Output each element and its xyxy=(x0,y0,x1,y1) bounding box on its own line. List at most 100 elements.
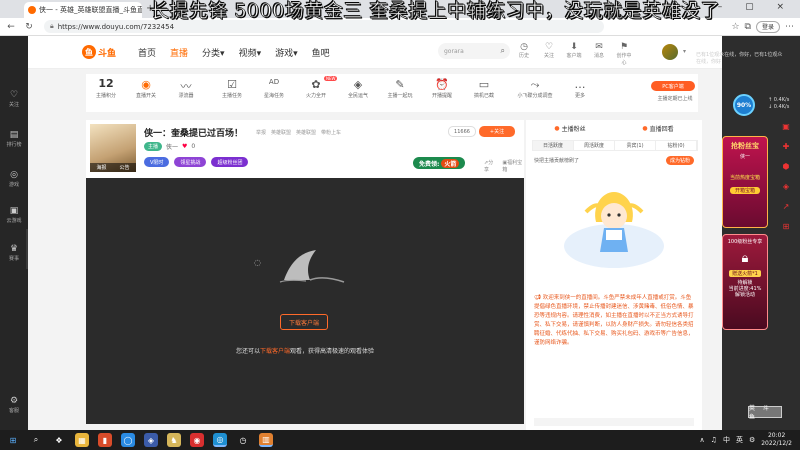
clock-app-icon[interactable]: ◷ xyxy=(236,433,250,447)
share-button[interactable]: ⇗分享 xyxy=(484,159,496,173)
chat-scroll-area[interactable] xyxy=(534,418,694,426)
system-clock[interactable]: 20:02 2022/12/2 xyxy=(761,432,792,448)
collections-icon[interactable]: ⧉ xyxy=(745,22,751,32)
toolbar-item-play-together[interactable]: ✎ 主播一起玩 xyxy=(382,78,418,99)
speaker-icon[interactable]: ♫ xyxy=(711,436,717,444)
nav-live[interactable]: 直播 xyxy=(170,46,188,59)
welfare-box-button[interactable]: ▣福利宝箱 xyxy=(502,159,524,173)
search-icon[interactable]: ⌕ xyxy=(501,46,505,56)
room-thumbnail[interactable]: 海报 公告 xyxy=(90,124,136,172)
tab-weekly[interactable]: 周活跃度 xyxy=(574,141,615,150)
message-button[interactable]: ✉ 消息 xyxy=(591,42,607,66)
douyu-logo[interactable]: 鱼 斗鱼 xyxy=(82,43,122,61)
file-explorer-icon[interactable]: ▦ xyxy=(75,433,89,447)
become-diamond-button[interactable]: 成为钻粉 xyxy=(665,156,694,165)
category-link[interactable]: 英雄联盟 xyxy=(296,129,316,136)
download-client-button[interactable]: 下载客户端 xyxy=(280,314,328,330)
toolbar-item-drift[interactable]: 〰漂流器 xyxy=(168,78,204,99)
thumb-label-poster[interactable]: 海报 xyxy=(96,164,106,171)
toolbar-item-ufo-survey[interactable]: ⤳ 小飞碟分成调查 xyxy=(510,78,560,99)
speed-meter[interactable]: 90% xyxy=(733,94,755,116)
url-field[interactable]: 🔒︎ https://www.douyu.com/7232454 xyxy=(44,20,604,33)
tray-expand-icon[interactable]: ∧ xyxy=(700,436,705,444)
bag-icon[interactable]: ▣ xyxy=(782,122,790,131)
nav-games[interactable]: 游戏▾ xyxy=(275,46,298,59)
ime-indicator[interactable]: 中 xyxy=(723,435,730,445)
refresh-icon[interactable]: ↻ xyxy=(22,22,36,32)
browser-login-button[interactable]: 登录 xyxy=(755,20,780,33)
tab-replay[interactable]: ● 直播回看 xyxy=(614,120,702,136)
sidebar-item-follow[interactable]: ♡ 关注 xyxy=(0,90,28,108)
toolbar-item-anchor-task[interactable]: ☑ 主播任务 xyxy=(214,78,250,99)
host-name[interactable]: 侠一 xyxy=(166,142,178,151)
edge-icon[interactable]: ◎ xyxy=(213,433,227,447)
toolbar-item-luck[interactable]: ◈ 全民运气 xyxy=(340,78,376,99)
nav-video[interactable]: 视频▾ xyxy=(239,46,262,59)
heart-icon[interactable]: ♥ xyxy=(182,143,187,150)
pc-client-button[interactable]: PC客户端 xyxy=(651,81,695,91)
back-icon[interactable]: ← xyxy=(4,22,18,32)
menu-dots-icon[interactable]: ⋯ xyxy=(785,22,794,32)
sidebar-item-events[interactable]: ♛ 赛事 xyxy=(0,244,28,262)
open-treasure-button[interactable]: 开箱宝箱 xyxy=(730,187,760,194)
nav-category[interactable]: 分类▾ xyxy=(202,46,225,59)
toolbar-item-live-switch[interactable]: ◉ 直播开关 xyxy=(128,78,164,99)
level100-box[interactable]: 100级粉丝专享 🔒︎ 赠送火箭*1 待解锁 当前进度:41% 解锁活动 xyxy=(722,234,768,330)
tab-diamond[interactable]: 钻粉(0) xyxy=(656,141,697,150)
toolbar-item-more[interactable]: … 更多 xyxy=(562,78,598,99)
gift-icon[interactable]: ✚ xyxy=(783,142,790,151)
sidebar-item-ranking[interactable]: ▤ 排行榜 xyxy=(0,130,28,148)
toolbar-item-ad-task[interactable]: AD 星海任务 xyxy=(256,78,292,99)
points-counter[interactable]: 12 主播积分 xyxy=(92,77,120,99)
fanclub-pill[interactable]: 超级粉丝团 xyxy=(211,157,249,167)
arrow-icon[interactable]: ↗ xyxy=(783,202,790,211)
nav-home[interactable]: 首页 xyxy=(138,46,156,59)
fans-treasure-box[interactable]: 抢粉丝宝 侠一 当前热度宝箱 开箱宝箱 xyxy=(722,136,768,228)
tab-fans[interactable]: ● 主播粉丝 xyxy=(526,120,614,136)
sidebar-item-service[interactable]: ⚙ 客服 xyxy=(0,396,28,414)
challenge-pill[interactable]: 领星挑战 xyxy=(174,157,207,167)
game-icon[interactable]: ♞ xyxy=(167,433,181,447)
app-icon[interactable]: ◈ xyxy=(144,433,158,447)
app-icon[interactable]: ◉ xyxy=(190,433,204,447)
category-link[interactable]: 英雄联盟 xyxy=(271,129,291,136)
app-icon[interactable]: ◯ xyxy=(121,433,135,447)
language-indicator[interactable]: 英 xyxy=(736,435,743,445)
avatar[interactable] xyxy=(662,44,678,60)
window-controls[interactable]: – ▢ × xyxy=(718,2,794,12)
new-tab-button[interactable]: + xyxy=(146,3,154,14)
video-player[interactable]: ◌ 下载客户端 您还可以下载客户端观看，获得高清极速的观看体验 xyxy=(86,178,524,424)
toolbar-item-device[interactable]: ▭ 搞机已截 xyxy=(466,78,502,99)
search-input[interactable]: gorara ⌕ xyxy=(438,43,510,59)
sidebar-item-cloud-games[interactable]: ▣ 云游戏 xyxy=(0,206,28,224)
nav-fishbar[interactable]: 鱼吧 xyxy=(312,46,330,59)
browser-tab[interactable]: 侠一 - 英雄_英雄联盟直播_斗鱼直播 × xyxy=(24,2,142,18)
follow-button[interactable]: + 关注 xyxy=(479,126,515,137)
toolbar-item-reminder[interactable]: ⏰ 开播提醒 xyxy=(424,78,460,99)
creator-button[interactable]: ⚑ 创作中心 xyxy=(616,42,632,66)
start-icon[interactable]: ⊞ xyxy=(6,433,20,447)
client-button[interactable]: ⬇ 客户端 xyxy=(566,42,582,66)
download-client-link[interactable]: 下载客户端 xyxy=(260,348,290,355)
chevron-down-icon[interactable]: ▾ xyxy=(683,48,686,55)
vip-pill[interactable]: V限时 xyxy=(144,157,170,167)
thumb-label-notice[interactable]: 公告 xyxy=(119,164,129,171)
sidebar-item-games[interactable]: ◎ 游戏 xyxy=(0,170,28,188)
scan-icon[interactable]: ⊞ xyxy=(783,222,790,231)
douyu-app-icon[interactable]: ▥ xyxy=(259,433,273,447)
free-rocket-badge[interactable]: 免费领: 火箭 xyxy=(413,157,466,169)
history-button[interactable]: ◷ 历史 xyxy=(516,42,532,66)
follow-button[interactable]: ♡ 关注 xyxy=(541,42,557,66)
app-icon[interactable]: ❖ xyxy=(52,433,66,447)
tab-daily[interactable]: 日活跃度 xyxy=(533,141,574,150)
search-icon[interactable]: ⌕ xyxy=(29,433,43,447)
tab-vip[interactable]: 贵宾(1) xyxy=(615,141,656,150)
office-icon[interactable]: ▮ xyxy=(98,433,112,447)
settings-icon[interactable]: ⚙ xyxy=(749,436,755,444)
toolbar-item-fire[interactable]: ✿ 火力全开 xyxy=(298,78,334,99)
chat-icon[interactable]: ◈ xyxy=(783,182,789,191)
star-icon[interactable]: ☆ xyxy=(731,22,739,32)
report-link[interactable]: 举报 xyxy=(256,129,266,136)
room-tag[interactable]: 带粉上车 xyxy=(321,129,341,136)
task-icon[interactable]: ⬢ xyxy=(783,162,790,171)
